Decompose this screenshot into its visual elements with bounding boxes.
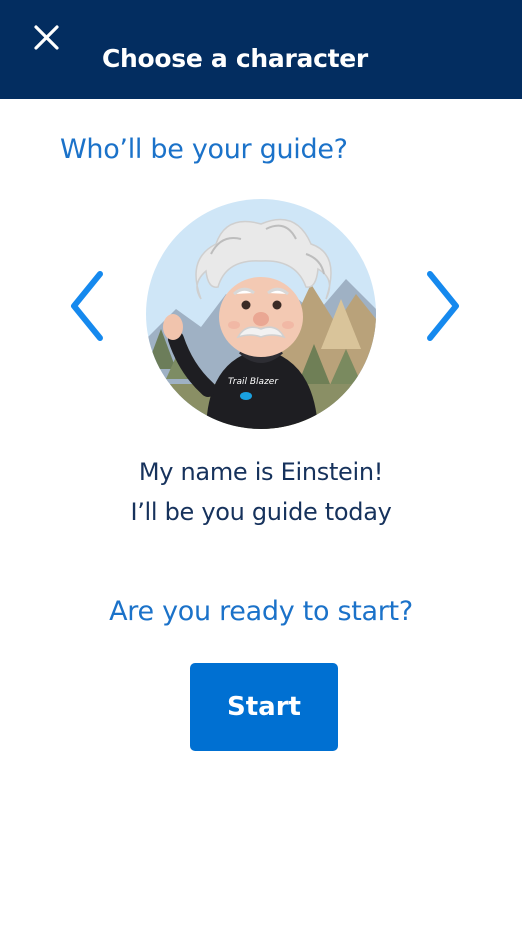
next-character-button[interactable] bbox=[420, 268, 464, 344]
top-bar: Choose a character bbox=[0, 0, 522, 99]
close-icon bbox=[34, 25, 59, 50]
svg-text:Trail Blazer: Trail Blazer bbox=[228, 377, 279, 387]
chevron-left-icon bbox=[71, 271, 103, 341]
character-avatar: Trail Blazer bbox=[146, 199, 376, 429]
einstein-character-illustration: Trail Blazer bbox=[146, 199, 376, 429]
page-title: Choose a character bbox=[102, 44, 368, 73]
chevron-right-icon bbox=[427, 271, 459, 341]
intro-line-name: My name is Einstein! bbox=[138, 458, 384, 486]
intro-line-guide: I’ll be you guide today bbox=[130, 498, 392, 526]
previous-character-button[interactable] bbox=[66, 268, 110, 344]
start-button[interactable]: Start bbox=[190, 663, 338, 751]
character-intro: My name is Einstein! I’ll be you guide t… bbox=[0, 452, 522, 532]
close-button[interactable] bbox=[28, 20, 64, 56]
ready-prompt: Are you ready to start? bbox=[109, 596, 413, 627]
guide-question: Who’ll be your guide? bbox=[60, 134, 348, 165]
